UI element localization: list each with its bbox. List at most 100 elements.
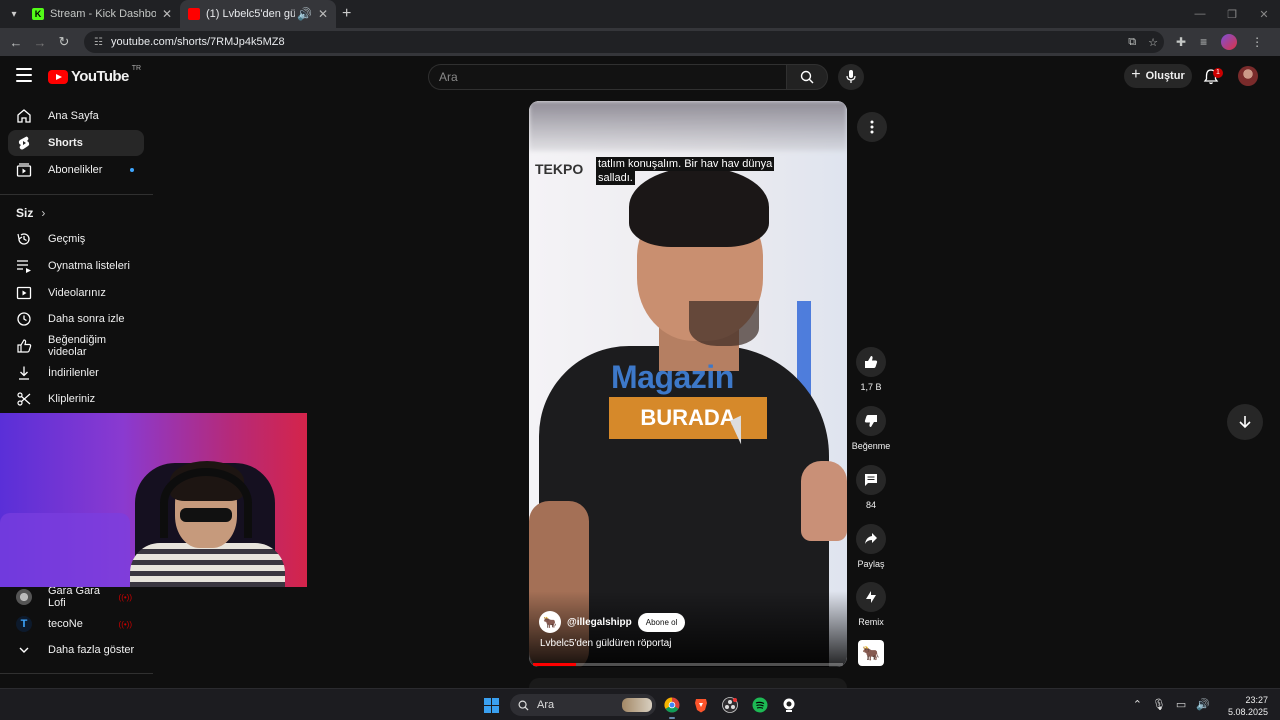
browser-menu-icon[interactable]: ⋮ [1251, 35, 1263, 49]
brave-taskbar-icon[interactable] [691, 695, 711, 715]
volume-icon[interactable]: 🔊 [1196, 698, 1210, 711]
sidebar-item-shorts[interactable]: Shorts [8, 130, 144, 156]
voice-search-button[interactable] [838, 64, 864, 90]
taskbar-clock[interactable]: 23:27 5.08.2025 [1228, 694, 1268, 718]
display-tray-icon[interactable]: ▭ [1176, 698, 1186, 711]
chevron-right-icon: › [41, 206, 46, 220]
sidebar-item-label: Shorts [48, 137, 83, 149]
new-content-dot [130, 168, 134, 172]
tab-search-button[interactable]: ▾ [4, 4, 24, 24]
you-heading[interactable]: Siz › [16, 206, 45, 220]
share-action: Paylaş [851, 524, 891, 569]
home-icon [16, 108, 32, 124]
window-controls: — ❐ ✕ [1184, 0, 1280, 28]
show-more-button[interactable]: Daha fazla göster [8, 637, 144, 663]
share-label: Paylaş [857, 559, 885, 569]
sidebar-item-history[interactable]: Geçmiş [8, 226, 144, 252]
youtube-play-icon [48, 69, 68, 84]
share-button[interactable] [856, 524, 886, 554]
sidebar-item-home[interactable]: Ana Sayfa [8, 103, 144, 129]
channel-handle[interactable]: @illegalshipp [567, 617, 632, 628]
channel-avatar [16, 589, 32, 605]
search-button[interactable] [786, 64, 828, 90]
address-bar[interactable]: ☷ youtube.com/shorts/7RMJp4k5MZ8 ⧉ ☆ [84, 31, 1164, 53]
like-count: 1,7 B [860, 382, 882, 392]
webcam-overlay [0, 413, 307, 587]
comments-button[interactable] [856, 465, 886, 495]
search-input[interactable]: Ara [428, 64, 786, 90]
sidebar-item-label: Klipleriniz [48, 393, 96, 405]
microphone-tray-icon[interactable]: 🎙 [1152, 698, 1166, 711]
bookmark-star-icon[interactable]: ☆ [1148, 36, 1158, 49]
spotify-taskbar-icon[interactable] [750, 695, 770, 715]
create-button[interactable]: + Oluştur [1124, 64, 1192, 88]
tab-close-icon[interactable]: ✕ [162, 7, 172, 21]
tab-youtube-short[interactable]: (1) Lvbelc5'den güldüren rö 🔊 ✕ [180, 0, 336, 28]
restore-icon[interactable]: ❐ [1216, 0, 1248, 28]
install-app-icon[interactable]: ⧉ [1128, 36, 1136, 49]
caption-line: salladı. [596, 171, 635, 185]
remix-action: Remix [851, 582, 891, 627]
dislike-action: Beğenme [851, 406, 891, 451]
sidebar-item-label: Beğendiğim videolar [48, 334, 107, 358]
country-code: TR [131, 65, 142, 72]
account-avatar[interactable] [1238, 66, 1258, 86]
dislike-button[interactable] [856, 406, 886, 436]
sidebar-item-watch-later[interactable]: Daha sonra izle [8, 306, 144, 332]
man-beard [689, 301, 759, 346]
minimize-icon[interactable]: — [1184, 0, 1216, 28]
sidebar-item-subscriptions[interactable]: Abonelikler [8, 157, 144, 183]
sidebar-item-your-videos[interactable]: Videolarınız [8, 280, 144, 306]
channel-avatar[interactable]: 🐂 [539, 611, 561, 633]
video-progress-bar[interactable] [533, 663, 843, 666]
video-title[interactable]: Lvbelc5'den güldüren röportaj [540, 638, 671, 649]
sidebar-channel-tecone[interactable]: T tecoNe ((•)) [8, 611, 144, 637]
menu-icon[interactable] [16, 68, 32, 82]
chevron-up-icon[interactable]: ⌃ [1133, 698, 1142, 711]
sidebar-item-clips[interactable]: Klipleriniz [8, 386, 144, 412]
tab-close-icon[interactable]: ✕ [318, 7, 328, 21]
youtube-logo[interactable]: YouTube TR [48, 65, 142, 85]
webcam-app-taskbar-icon[interactable] [779, 695, 799, 715]
extensions-icon[interactable]: ✚ [1176, 35, 1186, 49]
close-window-icon[interactable]: ✕ [1248, 0, 1280, 28]
wall-brand-text: TEKPO [535, 161, 583, 177]
next-short-button[interactable] [1227, 404, 1263, 440]
site-info-icon[interactable]: ☷ [94, 37, 103, 48]
subscribe-button[interactable]: Abone ol [637, 612, 686, 632]
back-icon[interactable]: ← [4, 35, 28, 50]
taskbar-search[interactable]: Ara [510, 694, 656, 716]
shorts-video-player[interactable]: TEKPO tatlım konuşalım. Bir hav hav düny… [529, 101, 847, 667]
chrome-taskbar-icon[interactable] [662, 695, 682, 719]
sidebar-item-playlists[interactable]: Oynatma listeleri [8, 253, 144, 279]
sidebar-channel-gara-gara-lofi[interactable]: Gara Gara Lofi ((•)) [8, 584, 144, 610]
live-icon: ((•)) [118, 619, 132, 629]
tab-kick-dashboard[interactable]: K Stream - Kick Dashboard ✕ [24, 0, 180, 28]
remix-button[interactable] [856, 582, 886, 612]
fist [801, 461, 847, 541]
sunglasses [180, 508, 232, 522]
windows-start-icon[interactable] [484, 698, 499, 713]
new-tab-button[interactable]: + [342, 5, 351, 23]
media-control-icon[interactable]: ≡ [1200, 35, 1207, 49]
more-options-button[interactable] [857, 112, 887, 142]
forward-icon[interactable]: → [28, 35, 52, 50]
tab-audio-icon[interactable]: 🔊 [297, 7, 312, 21]
sidebar-item-label: Oynatma listeleri [48, 260, 130, 272]
create-label: Oluştur [1145, 70, 1185, 82]
profile-icon[interactable] [1221, 34, 1238, 50]
downloads-icon [16, 365, 32, 381]
subscriptions-icon [16, 162, 32, 178]
channel-row: 🐂 @illegalshipp Abone ol [539, 611, 686, 633]
sound-thumbnail[interactable]: 🐂 [858, 640, 884, 666]
sidebar-item-downloads[interactable]: İndirilenler [8, 360, 144, 386]
like-button[interactable] [856, 347, 886, 377]
reload-icon[interactable]: ↻ [52, 34, 76, 50]
wall-brand-label: TEKPO [535, 161, 584, 177]
dislike-label: Beğenme [851, 441, 891, 451]
headphones-icon [160, 468, 252, 538]
obs-taskbar-icon[interactable] [720, 695, 740, 715]
search-icon [518, 700, 529, 711]
sidebar-item-liked-videos[interactable]: Beğendiğim videolar [8, 333, 144, 359]
thumbs-down-icon [864, 415, 877, 427]
